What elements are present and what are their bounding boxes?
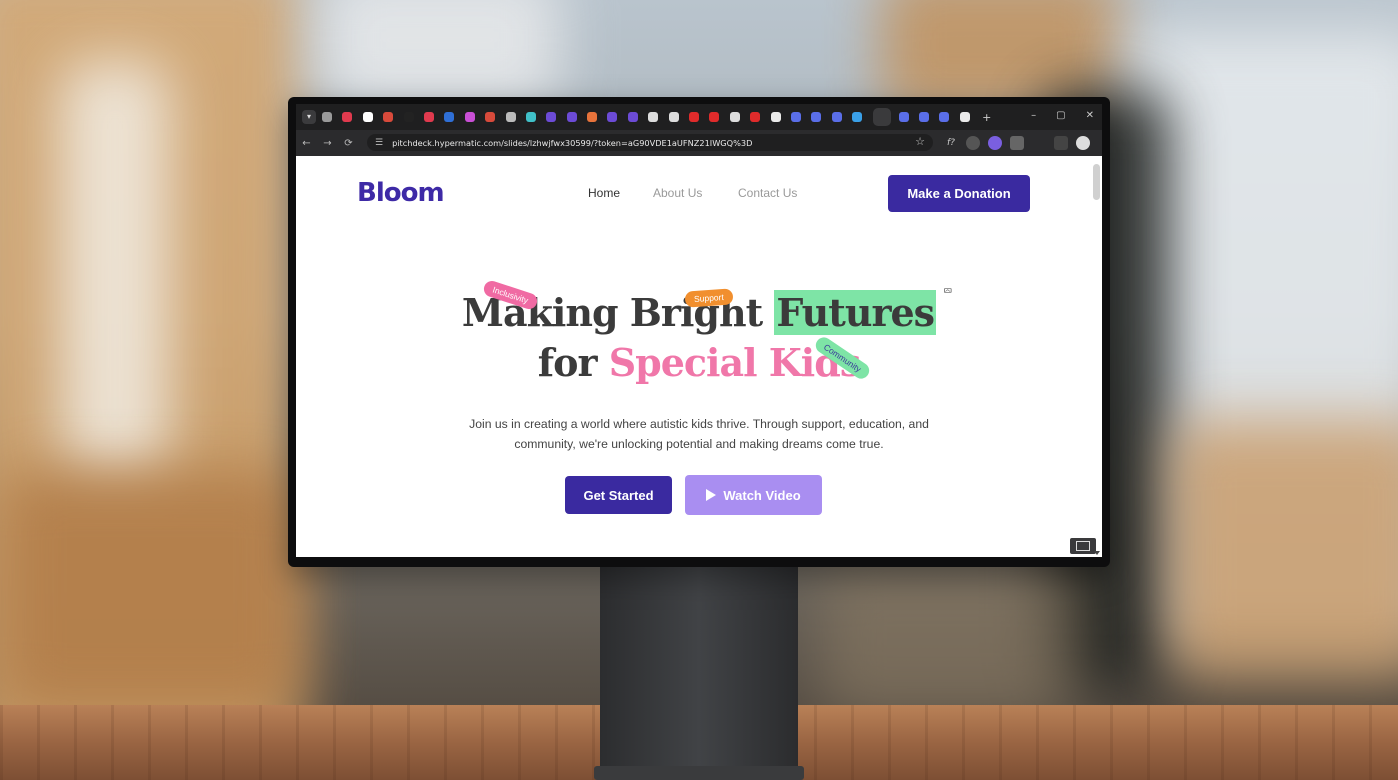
browser-tab[interactable] xyxy=(485,112,496,122)
browser-tab[interactable] xyxy=(444,112,455,122)
browser-tab[interactable] xyxy=(322,112,332,122)
browser-tab[interactable] xyxy=(790,112,801,122)
nav-home[interactable]: Home xyxy=(588,186,620,200)
background-blur xyxy=(0,470,300,710)
browser-tab[interactable] xyxy=(770,112,781,122)
browser-tab[interactable] xyxy=(525,112,536,122)
browser-tab[interactable] xyxy=(689,112,700,122)
make-donation-button[interactable]: Make a Donation xyxy=(888,175,1030,212)
browser-tab[interactable] xyxy=(383,112,394,122)
new-tab-button[interactable]: + xyxy=(982,111,991,124)
support-tag: Support xyxy=(684,288,734,308)
extension-icon[interactable] xyxy=(966,136,980,150)
page-scrollbar[interactable] xyxy=(1093,164,1100,200)
background-blur xyxy=(60,60,170,480)
window-controls: – ▢ ✕ xyxy=(1031,110,1094,121)
browser-tab[interactable] xyxy=(709,112,720,122)
browser-tab[interactable] xyxy=(898,112,909,122)
browser-tab[interactable] xyxy=(918,112,929,122)
play-icon xyxy=(706,489,717,501)
arrow-left-icon[interactable]: ← xyxy=(296,138,317,149)
browser-tab[interactable] xyxy=(729,112,740,122)
browser-tab-bar: ▾ + – ▢ ✕ xyxy=(296,104,1102,130)
watch-video-button[interactable]: Watch Video xyxy=(685,475,822,515)
close-window-button[interactable]: ✕ xyxy=(1086,110,1094,121)
browser-tab[interactable] xyxy=(668,112,679,122)
profile-avatar-icon[interactable] xyxy=(1076,136,1090,150)
browser-tab[interactable] xyxy=(831,112,842,122)
get-started-button[interactable]: Get Started xyxy=(565,476,672,514)
background-blur xyxy=(320,0,560,110)
floating-widget-icon[interactable] xyxy=(1070,538,1096,554)
address-bar[interactable]: ☰ pitchdeck.hypermatic.com/slides/lzhwjf… xyxy=(367,134,933,151)
minimize-button[interactable]: – xyxy=(1031,110,1036,121)
fx-extension-icon[interactable]: f? xyxy=(944,136,958,150)
background-blur xyxy=(1170,420,1398,680)
browser-tab[interactable] xyxy=(607,112,618,122)
monitor-stand xyxy=(600,566,798,772)
browser-tab[interactable] xyxy=(403,112,414,122)
background-blur xyxy=(820,560,1080,720)
browser-tab[interactable] xyxy=(587,112,598,122)
star-icon[interactable]: ☆ xyxy=(915,135,925,148)
headline-text: for xyxy=(537,340,609,385)
browser-tab[interactable] xyxy=(505,112,516,122)
browser-tab[interactable] xyxy=(464,112,475,122)
mouse-pointer-icon: ⮹ xyxy=(943,284,953,298)
browser-tab[interactable] xyxy=(362,112,373,122)
media-icon[interactable] xyxy=(1054,136,1068,150)
web-page: Bloom Home About Us Contact Us Make a Do… xyxy=(296,156,1102,557)
arrow-right-icon[interactable]: → xyxy=(317,138,338,149)
url-text[interactable]: pitchdeck.hypermatic.com/slides/lzhwjfwx… xyxy=(392,138,752,148)
monitor-stand-foot xyxy=(594,766,804,780)
nav-about-us[interactable]: About Us xyxy=(653,186,702,200)
browser-tab[interactable] xyxy=(566,112,577,122)
browser-tab[interactable] xyxy=(750,112,761,122)
hero-description: Join us in creating a world where autist… xyxy=(469,417,929,452)
browser-tab[interactable] xyxy=(342,112,353,122)
puzzle-icon[interactable] xyxy=(1010,136,1024,150)
extension-icons: f? ⋮ xyxy=(944,136,1102,150)
kebab-menu-icon[interactable]: ⋮ xyxy=(1098,136,1102,150)
scroll-down-arrow-icon[interactable] xyxy=(1094,551,1100,555)
browser-tab[interactable] xyxy=(959,112,970,122)
browser-tab[interactable] xyxy=(627,112,638,122)
browser-tab[interactable] xyxy=(811,112,822,122)
maximize-button[interactable]: ▢ xyxy=(1056,110,1065,121)
tune-icon[interactable]: ☰ xyxy=(375,138,383,148)
monitor-screen: ▾ + – ▢ ✕ ← → ⟳ ☰ pitchdeck.hypermatic.c… xyxy=(296,104,1102,557)
nav-contact-us[interactable]: Contact Us xyxy=(738,186,797,200)
browser-tab[interactable] xyxy=(423,112,434,122)
tab-strip: + xyxy=(322,108,991,126)
active-browser-tab[interactable] xyxy=(872,108,891,126)
browser-tab[interactable] xyxy=(546,112,557,122)
browser-tab[interactable] xyxy=(939,112,950,122)
hero-headline-line-2: for Special Kids xyxy=(296,340,1102,385)
watch-video-label: Watch Video xyxy=(723,487,801,503)
browser-toolbar: ← → ⟳ ☰ pitchdeck.hypermatic.com/slides/… xyxy=(296,130,1102,156)
bloom-logo[interactable]: Bloom xyxy=(357,178,445,208)
reload-icon[interactable]: ⟳ xyxy=(338,138,359,149)
browser-tab[interactable] xyxy=(852,112,863,122)
extension-icon[interactable] xyxy=(988,136,1002,150)
browser-tab[interactable] xyxy=(648,112,659,122)
chevron-down-icon[interactable]: ▾ xyxy=(302,110,316,124)
headline-highlight-futures: Futures xyxy=(774,290,937,335)
